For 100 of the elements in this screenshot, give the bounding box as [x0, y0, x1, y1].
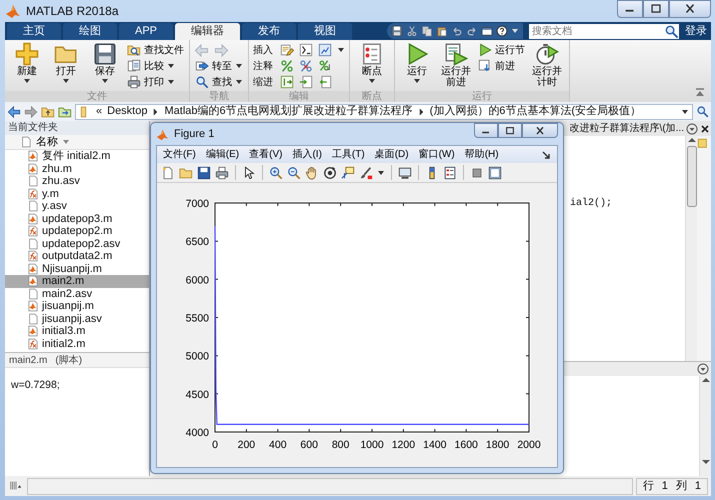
file-item[interactable]: initial3.m: [5, 325, 149, 338]
scissors-icon[interactable]: [406, 25, 418, 37]
new-document-icon[interactable]: [161, 166, 175, 180]
path-segment[interactable]: Matlab编的6节点电网规划扩展改进粒子群算法程序: [164, 104, 413, 118]
close-icon[interactable]: [534, 124, 546, 136]
ribbon-button[interactable]: 运行: [399, 42, 435, 85]
menu-icon[interactable]: [697, 363, 709, 375]
close-button[interactable]: [669, 0, 711, 18]
tab[interactable]: 编辑器: [175, 23, 240, 40]
file-item[interactable]: jisuanpij.asv: [5, 312, 149, 325]
data-cursor-icon[interactable]: [341, 166, 355, 180]
path-segment[interactable]: Desktop: [107, 104, 148, 118]
search-icon[interactable]: [696, 105, 709, 118]
tab[interactable]: APP: [119, 23, 174, 40]
caret-icon[interactable]: [23, 77, 31, 85]
copy-icon[interactable]: [421, 25, 433, 37]
window-icon[interactable]: [481, 25, 493, 37]
menu-item[interactable]: 窗口(W): [418, 147, 455, 162]
window-icon[interactable]: [488, 166, 502, 180]
printer-icon[interactable]: [215, 166, 229, 180]
login-link[interactable]: 登录: [685, 22, 711, 40]
ribbon-button[interactable]: 查找: [194, 74, 244, 90]
menu-item[interactable]: 查看(V): [249, 147, 282, 162]
file-item[interactable]: y.m: [5, 188, 149, 200]
indent-icon[interactable]: [280, 75, 294, 89]
file-item[interactable]: updatepop3.m: [5, 212, 149, 225]
ribbon-button[interactable]: 运行并前进: [438, 42, 474, 88]
caret-icon[interactable]: [167, 62, 175, 70]
rotate-icon[interactable]: [323, 166, 337, 180]
square-icon[interactable]: [470, 166, 484, 180]
menu-icon[interactable]: [686, 122, 698, 134]
caret-icon[interactable]: [377, 168, 385, 176]
menu-item[interactable]: 插入(I): [292, 147, 322, 162]
close-icon[interactable]: [700, 124, 710, 134]
caret-icon[interactable]: [235, 62, 243, 70]
indent-increase-icon[interactable]: [299, 75, 313, 89]
caret-icon[interactable]: [681, 108, 689, 116]
file-item[interactable]: main2.m: [5, 275, 149, 288]
caret-icon[interactable]: [235, 78, 243, 86]
pointer-icon[interactable]: [242, 166, 256, 180]
menu-item[interactable]: 帮助(H): [464, 147, 499, 162]
redo-icon[interactable]: [466, 25, 478, 37]
file-item[interactable]: y.asv: [5, 200, 149, 212]
zoom-in-icon[interactable]: [269, 166, 283, 180]
maximize-button[interactable]: [643, 0, 669, 18]
file-item[interactable]: zhu.asv: [5, 175, 149, 188]
undo-icon[interactable]: [451, 25, 463, 37]
indent-decrease-icon[interactable]: [318, 75, 332, 89]
paste-icon[interactable]: [436, 25, 448, 37]
up-folder-icon[interactable]: [41, 104, 55, 118]
tab[interactable]: 发布: [242, 23, 296, 40]
menu-item[interactable]: 桌面(D): [374, 147, 409, 162]
column-header[interactable]: 名称: [5, 135, 149, 150]
path-segment[interactable]: (加入网损）的6节点基本算法(安全局极值）: [430, 104, 642, 118]
tab[interactable]: 视图: [298, 23, 352, 40]
scrollbar[interactable]: [686, 136, 698, 208]
linked-plot-icon[interactable]: [398, 166, 412, 180]
uncomment-icon[interactable]: [299, 59, 313, 73]
menu-item[interactable]: 编辑(E): [206, 147, 240, 162]
path-field[interactable]: « Desktop Matlab编的6节点电网规划扩展改进粒子群算法程序 (加入网损）的6节点基本算法(安全局极值）: [75, 104, 693, 120]
caret-icon[interactable]: [167, 78, 175, 86]
caret-icon[interactable]: [101, 77, 109, 85]
file-item[interactable]: 复件 initial2.m: [5, 150, 149, 162]
help-icon[interactable]: [496, 25, 508, 37]
file-item[interactable]: updatepop2.asv: [5, 238, 149, 250]
ribbon-button[interactable]: 断点: [354, 42, 390, 85]
ribbon-button[interactable]: 打开: [48, 42, 84, 85]
search-field[interactable]: 搜索文档: [529, 24, 664, 38]
scrollbar[interactable]: [700, 376, 712, 466]
ribbon-button[interactable]: 转至: [194, 58, 244, 74]
file-item[interactable]: zhu.m: [5, 162, 149, 175]
caret-icon[interactable]: [62, 77, 70, 85]
menu-item[interactable]: 文件(F): [163, 147, 196, 162]
tab[interactable]: 主页: [7, 23, 61, 40]
ribbon-button[interactable]: 查找文件: [126, 42, 185, 58]
legend-icon[interactable]: [443, 166, 457, 180]
ribbon-button[interactable]: 运行并计时: [529, 42, 565, 88]
file-item[interactable]: outputdata2.m: [5, 250, 149, 262]
tab[interactable]: 绘图: [63, 23, 117, 40]
hand-icon[interactable]: [305, 166, 319, 180]
file-item[interactable]: initial2.m: [5, 338, 149, 350]
wrap-comment-icon[interactable]: [318, 59, 332, 73]
ribbon-button[interactable]: 新建: [9, 42, 45, 85]
ribbon-button[interactable]: 运行节: [477, 42, 526, 58]
collapse-icon[interactable]: [695, 88, 705, 98]
function-icon[interactable]: [299, 43, 313, 57]
ribbon-button[interactable]: 比较: [126, 58, 185, 74]
close-icon[interactable]: [683, 2, 697, 16]
maximize-button[interactable]: [498, 123, 522, 138]
ribbon-button[interactable]: 打印: [126, 74, 185, 90]
caret-icon[interactable]: [368, 77, 376, 85]
menu-item[interactable]: 工具(T): [332, 147, 365, 162]
minimize-button[interactable]: [617, 0, 643, 18]
ribbon-button[interactable]: 保存: [87, 42, 123, 85]
close-button[interactable]: [522, 123, 558, 138]
ribbon-button[interactable]: 前进: [477, 58, 526, 74]
path-overflow[interactable]: «: [96, 104, 102, 118]
caret-icon[interactable]: [337, 46, 345, 54]
document-pencil-icon[interactable]: [280, 43, 294, 57]
file-item[interactable]: updatepop2.m: [5, 225, 149, 238]
